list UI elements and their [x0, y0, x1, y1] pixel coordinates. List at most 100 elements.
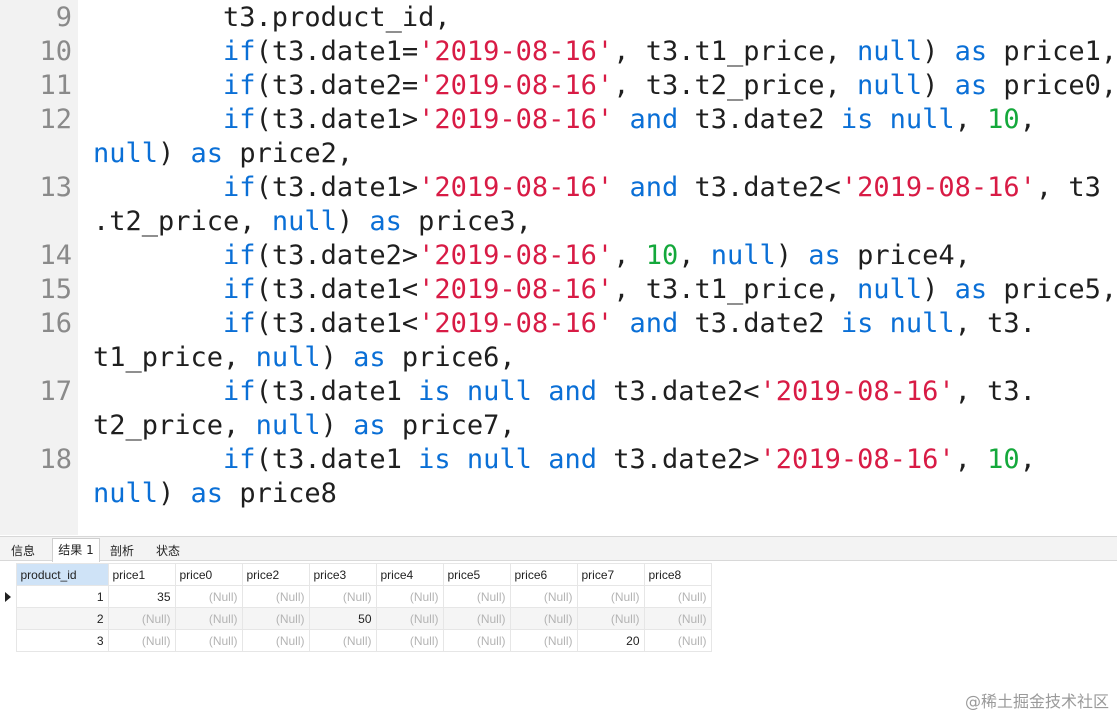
code-token: t3.date2<	[678, 172, 841, 203]
string-token: '2019-08-16'	[759, 376, 955, 407]
table-cell-price2[interactable]: (Null)	[241, 607, 310, 630]
keyword-token: null	[93, 478, 159, 509]
string-token: '2019-08-16'	[418, 240, 614, 271]
code-line: 12 if(t3.date1>'2019-08-16' and t3.date2…	[0, 103, 1117, 137]
table-cell-price0[interactable]: (Null)	[174, 607, 243, 630]
code-text: if(t3.date1 is null and t3.date2<'2019-0…	[93, 375, 1036, 409]
table-cell-price7[interactable]: (Null)	[576, 585, 645, 608]
keyword-token: as	[353, 410, 386, 441]
code-token: price0,	[987, 70, 1117, 101]
tab-status[interactable]: 状态	[148, 539, 188, 561]
row-indicator[interactable]	[0, 585, 17, 608]
keyword-token: is	[840, 308, 874, 339]
table-cell-price3[interactable]: 50	[308, 607, 377, 630]
line-number: 11	[39, 70, 72, 101]
line-number: 18	[39, 444, 72, 475]
table-row[interactable]: 1 35 (Null) (Null) (Null) (Null) (Null) (Null)(…	[0, 585, 712, 608]
result-tab-bar: 信息 结果 1 剖析 状态	[0, 536, 1117, 562]
header-row: product_id price1 price0 price2 price3 p…	[0, 563, 712, 586]
keyword-token: if	[223, 36, 256, 67]
table-cell-price4[interactable]: (Null)	[375, 629, 444, 652]
code-line: 11 if(t3.date2='2019-08-16', t3.t2_price…	[0, 69, 1117, 103]
code-token: ,	[954, 444, 988, 475]
table-cell-price6[interactable]: (Null)	[509, 607, 578, 630]
table-cell-product-id[interactable]: 1	[15, 585, 109, 608]
column-header-price2[interactable]: price2	[241, 563, 310, 586]
keyword-token: null	[889, 308, 955, 339]
table-cell-price2[interactable]: (Null)	[241, 629, 310, 652]
column-header-price0[interactable]: price0	[174, 563, 243, 586]
code-text: t3.product_id,	[93, 1, 451, 35]
keyword-token: as	[808, 240, 841, 271]
code-token: (t3.date1	[255, 444, 419, 475]
row-indicator[interactable]	[0, 607, 17, 630]
string-token: '2019-08-16'	[418, 104, 614, 135]
keyword-token: as	[190, 138, 224, 169]
code-line: 14 if(t3.date2>'2019-08-16', 10, null) a…	[0, 239, 1117, 273]
number-token: 10	[645, 240, 679, 271]
table-cell-product-id[interactable]: 2	[15, 607, 109, 630]
column-header-price8[interactable]: price8	[643, 563, 712, 586]
column-header-price1[interactable]: price1	[107, 563, 176, 586]
code-token: )	[922, 70, 955, 101]
column-header-price7[interactable]: price7	[576, 563, 645, 586]
tab-info[interactable]: 信息	[4, 539, 42, 561]
code-text: null) as price8	[93, 477, 337, 511]
table-cell-price5[interactable]: (Null)	[442, 629, 511, 652]
number-token: 10	[987, 444, 1020, 475]
row-indicator[interactable]	[0, 629, 17, 652]
sql-editor[interactable]: 9 t3.product_id, 10 if(t3.date1='2019-08-…	[0, 0, 1117, 535]
code-token: , t3.	[954, 376, 1036, 407]
table-cell-price8[interactable]: (Null)	[643, 607, 712, 630]
code-token: price4,	[840, 240, 971, 271]
table-cell-price8[interactable]: (Null)	[643, 585, 712, 608]
table-cell-price0[interactable]: (Null)	[174, 585, 243, 608]
table-cell-price5[interactable]: (Null)	[442, 607, 511, 630]
table-cell-price2[interactable]: (Null)	[241, 585, 310, 608]
code-token: (t3.date1>	[255, 104, 419, 135]
code-line: t2_price, null) as price7,	[0, 409, 1117, 443]
table-cell-price5[interactable]: (Null)	[442, 585, 511, 608]
code-token: (t3.date1<	[255, 308, 419, 339]
table-cell-price8[interactable]: (Null)	[643, 629, 712, 652]
table-cell-price3[interactable]: (Null)	[308, 585, 377, 608]
keyword-token: if	[223, 308, 256, 339]
code-line: t1_price, null) as price6,	[0, 341, 1117, 375]
column-header-product-id[interactable]: product_id	[15, 563, 109, 586]
table-cell-price4[interactable]: (Null)	[375, 585, 444, 608]
keyword-token: as	[353, 342, 386, 373]
table-cell-product-id[interactable]: 3	[15, 629, 109, 652]
code-text: if(t3.date1>'2019-08-16' and t3.date2<'2…	[93, 171, 1101, 205]
table-cell-price0[interactable]: (Null)	[174, 629, 243, 652]
table-cell-price7[interactable]: (Null)	[576, 607, 645, 630]
table-cell-price6[interactable]: (Null)	[509, 629, 578, 652]
code-token: ,	[1019, 104, 1036, 135]
column-header-price6[interactable]: price6	[509, 563, 578, 586]
table-cell-price1[interactable]: (Null)	[107, 607, 176, 630]
result-grid[interactable]: product_id price1 price0 price2 price3 p…	[0, 563, 1117, 720]
result-table: product_id price1 price0 price2 price3 p…	[0, 563, 712, 652]
column-header-price5[interactable]: price5	[442, 563, 511, 586]
code-token: .t2_price,	[93, 206, 272, 237]
column-header-price4[interactable]: price4	[375, 563, 444, 586]
tab-profile[interactable]: 剖析	[102, 539, 142, 561]
table-cell-price6[interactable]: (Null)	[509, 585, 578, 608]
code-line: null) as price8	[0, 477, 1117, 511]
tab-result-1[interactable]: 结果 1	[52, 538, 100, 562]
table-cell-price4[interactable]: (Null)	[375, 607, 444, 630]
keyword-token: null	[271, 206, 337, 237]
table-row[interactable]: 2 (Null) (Null) (Null) 50 (Null) (Null) (Null)(…	[0, 607, 712, 630]
code-token: )	[158, 478, 191, 509]
table-cell-price3[interactable]: (Null)	[308, 629, 377, 652]
table-row[interactable]: 3 (Null) (Null) (Null) (Null) (Null) (Null) (Nu…	[0, 629, 712, 652]
table-cell-price1[interactable]: (Null)	[107, 629, 176, 652]
code-line: 18 if(t3.date1 is null and t3.date2>'201…	[0, 443, 1117, 477]
line-number: 13	[39, 172, 72, 203]
column-header-price3[interactable]: price3	[308, 563, 377, 586]
table-cell-price7[interactable]: 20	[576, 629, 645, 652]
keyword-token: is	[840, 104, 874, 135]
table-cell-price1[interactable]: 35	[107, 585, 176, 608]
